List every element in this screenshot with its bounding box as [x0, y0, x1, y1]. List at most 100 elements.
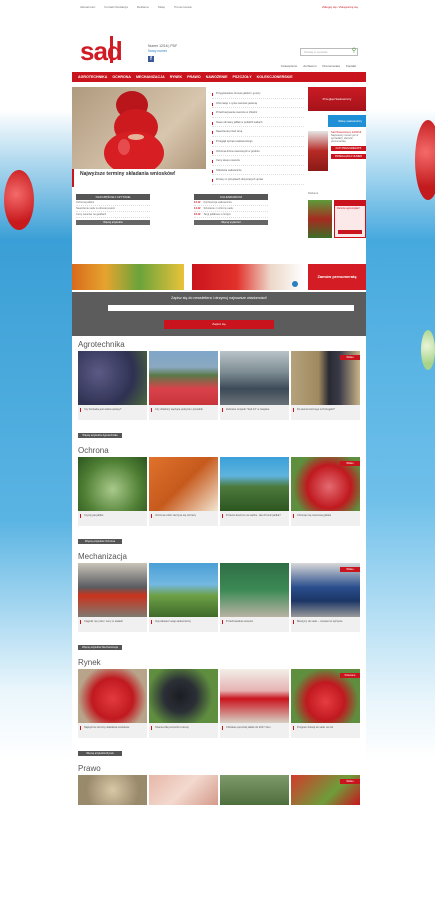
section-title[interactable]: Prawo — [72, 760, 366, 775]
section-title[interactable]: Mechanizacja — [72, 548, 366, 563]
hero-caption[interactable]: Najwyższe terminy składania wniosków! — [72, 169, 206, 187]
most-read-item[interactable]: Ceny owoców na giełdach — [76, 212, 150, 218]
header-link-1[interactable]: Czasopismo — [281, 64, 298, 68]
list-item[interactable]: Informacje o rynku owoców jesienią — [212, 99, 304, 109]
nav-item-nawozenie[interactable]: NAWOŻENIE — [206, 75, 228, 79]
article-card[interactable]: Wideo Chroniąc się owocowej jabłek — [291, 457, 360, 526]
article-card[interactable] — [149, 775, 218, 805]
promo-banner-middle[interactable] — [192, 264, 304, 290]
nav-item-mechanizacja[interactable]: MECHANIZACJA — [136, 75, 165, 79]
article-card[interactable] — [78, 775, 147, 805]
nav-item-ochrona[interactable]: OCHRONA — [112, 75, 131, 79]
nav-item-rynek[interactable]: RYNEK — [170, 75, 182, 79]
ad-product-image[interactable] — [308, 200, 332, 238]
ad-banner-2[interactable]: Sklep sadowniczy — [308, 115, 366, 127]
buy-subscription-button[interactable]: KUP PRENUMERATĘ — [331, 146, 366, 151]
article-caption: Czy dzielnicy sączące pokrycie i poradni… — [149, 405, 218, 420]
search-input[interactable]: Szukaj w serwisie ⚲ — [300, 48, 358, 56]
nav-item-pszczoly[interactable]: PSZCZOŁY — [232, 75, 251, 79]
article-card[interactable]: Wideo Do ekonomicznego w Portugalii? — [291, 351, 360, 420]
video-badge: Wideo — [340, 779, 360, 784]
facebook-icon[interactable]: f — [148, 56, 154, 62]
magazine-cover[interactable] — [308, 131, 328, 171]
newsletter-email-input[interactable] — [108, 305, 354, 311]
article-image — [149, 669, 218, 723]
article-image — [78, 457, 147, 511]
section-prawo: Prawo Wideo — [72, 760, 366, 805]
article-card[interactable]: Czy dzielnicy sączące pokrycie i poradni… — [149, 351, 218, 420]
list-item[interactable]: Nawożenie przed zimą — [212, 127, 304, 137]
login-link[interactable]: Zaloguj się / Zarejestruj się — [322, 5, 358, 9]
section-title[interactable]: Agrotechnika — [72, 336, 366, 351]
issue-sub[interactable]: Nowy numer — [148, 49, 177, 53]
section-more-button[interactable]: Więcej artykułów Mechanizacja — [78, 645, 122, 650]
list-item[interactable]: Nowe odmiany jabłek w polskich sadach — [212, 118, 304, 128]
issue-number[interactable]: Numer 12/16 | PDF — [148, 44, 177, 48]
newsletter-box: Zapisz się do newslettera i otrzymuj naj… — [72, 292, 366, 336]
article-card[interactable]: Opryskiwacz wagi sadowniczej — [149, 563, 218, 632]
topbar-link-2[interactable]: Kontakt Redakcja — [104, 5, 128, 9]
section-more-button[interactable]: Więcej artykułów Agrotechnika — [78, 433, 122, 438]
magazine-promo: Sad Nowoczesny 12/2016 Najnowszy numer j… — [308, 131, 366, 171]
nav-item-agrotechnika[interactable]: AGROTECHNIKA — [78, 75, 107, 79]
header-link-3[interactable]: Prenumerata — [322, 64, 339, 68]
article-card[interactable]: Wideo — [291, 775, 360, 805]
list-item[interactable]: Ochrona drzew owocowych w grudniu — [212, 147, 304, 157]
article-card[interactable]: Czysty jak jabłko — [78, 457, 147, 526]
article-card[interactable]: Zebranie zespołu "Sad 21" w Jaspisie — [220, 351, 289, 420]
header-link-2[interactable]: Archiwum — [303, 64, 316, 68]
list-item[interactable]: Ceny skupu owoców — [212, 156, 304, 166]
article-card[interactable] — [220, 775, 289, 805]
subscribe-banner[interactable]: Zamów prenumeratę — [308, 264, 366, 290]
list-item[interactable]: Zmiany w przepisach dotyczących upraw — [212, 175, 304, 185]
list-item[interactable]: Szkolenia sadownicze — [212, 166, 304, 176]
article-card[interactable]: Przeciw deszczu na sadzie. Jak chronić j… — [220, 457, 289, 526]
section-more-button[interactable]: Więcej artykułów Ochrona — [78, 539, 122, 544]
section-title[interactable]: Ochrona — [72, 442, 366, 457]
sidebar-ad-2: Reklama Zamów egzemplarz — [308, 192, 366, 262]
sidebar-top: Przegląd Sadowniczy Sklep sadowniczy Sad… — [308, 87, 366, 171]
article-card[interactable]: Wideo Maszyny do sadu – nowości w sprzęc… — [291, 563, 360, 632]
article-image — [149, 457, 218, 511]
newsletter-title: Zapisz się do newslettera i otrzymuj naj… — [171, 296, 267, 300]
topbar-link-3[interactable]: Reklama — [137, 5, 149, 9]
article-image: Wideo — [291, 457, 360, 511]
article-card[interactable]: Polecane Program dotacji do sadu na rok — [291, 669, 360, 738]
article-caption: Chroniąc się owocowej jabłek — [291, 511, 360, 526]
article-card[interactable]: Najwyższe terminy składania wniosków — [78, 669, 147, 738]
nav-item-prawo[interactable]: PRAWO — [187, 75, 201, 79]
list-item[interactable]: Przygotowanie zimowe jabłoni i gruszy — [212, 89, 304, 99]
main-nav: AGROTECHNIKA OCHRONA MECHANIZACJA RYNEK … — [72, 72, 366, 82]
nav-item-kolekcjonerskie[interactable]: KOLEKCJONERSKIE — [257, 75, 293, 79]
header-link-4[interactable]: Kontakt — [346, 64, 356, 68]
ad-order-button[interactable] — [338, 230, 362, 234]
promo-banner-left[interactable] — [72, 264, 184, 290]
article-card[interactable]: Przechowalnia owoców — [220, 563, 289, 632]
article-card[interactable]: Czy borówka jest warta uprawy? — [78, 351, 147, 420]
search-icon[interactable]: ⚲ — [350, 48, 358, 56]
magazine-text: Sad Nowoczesny 12/2016 Najnowszy numer j… — [331, 131, 366, 171]
article-caption: Do ekonomicznego w Portugalii? — [291, 405, 360, 420]
most-read-more-button[interactable]: Więcej artykułów — [76, 220, 150, 225]
topbar-link-5[interactable]: Prenumerata — [174, 5, 191, 9]
section-more-button[interactable]: Więcej artykułów Rynek — [78, 751, 122, 756]
article-card[interactable]: Szansa dla porzeczki czarnej — [149, 669, 218, 738]
ad-banner-1[interactable]: Przegląd Sadowniczy — [308, 87, 366, 111]
hero-image[interactable]: Najwyższe terminy składania wniosków! — [72, 87, 206, 187]
article-caption: Czysty jak jabłko — [78, 511, 147, 526]
calendar-more-button[interactable]: Więcej wydarzeń — [194, 220, 268, 225]
topbar-link-1[interactable]: Aktualności — [80, 5, 95, 9]
article-image — [220, 457, 289, 511]
calendar-item[interactable]: 16.12 Targi jabłkowe w Grójcu — [194, 212, 268, 218]
topbar-link-4[interactable]: Sklep — [158, 5, 166, 9]
article-card[interactable]: Chińskie upominki jabłek do 2017 roku — [220, 669, 289, 738]
calendar-text: Konferencja sadownicza — [203, 201, 232, 204]
article-card[interactable]: Ciągniki na rynku i ceny w sadach — [78, 563, 147, 632]
list-item[interactable]: Przechowywanie owoców w chłodni — [212, 108, 304, 118]
browse-issue-button[interactable]: PRZEGLĄDAJ NUMER — [331, 154, 366, 159]
logo[interactable]: sad — [80, 38, 123, 64]
list-item[interactable]: Przegląd sprzętu sadowniczego — [212, 137, 304, 147]
newsletter-submit-button[interactable]: Zapisz się — [164, 320, 274, 329]
section-title[interactable]: Rynek — [72, 654, 366, 669]
article-card[interactable]: Ochrona roślin zaczyna się od bazy — [149, 457, 218, 526]
